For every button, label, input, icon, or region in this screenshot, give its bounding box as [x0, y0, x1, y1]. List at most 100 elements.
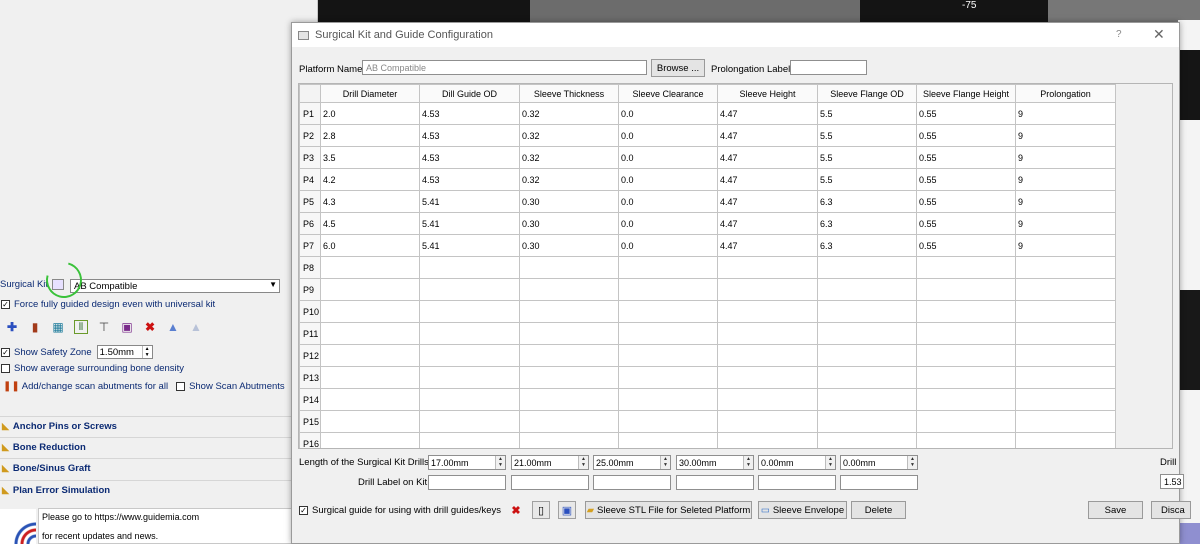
surgical-kit-select[interactable]: AB Compatible ▼	[70, 279, 280, 293]
table-cell[interactable]	[519, 388, 619, 411]
table-cell[interactable]: 9	[1015, 146, 1116, 169]
table-cell[interactable]: 0.32	[519, 124, 619, 147]
surgical-guide-checkbox[interactable]: ✓	[299, 506, 308, 515]
remove-icon[interactable]: ✖	[507, 501, 525, 519]
table-cell[interactable]	[717, 366, 818, 389]
drill-label-input[interactable]	[428, 475, 506, 490]
drill-side-input[interactable]: 1.53	[1160, 474, 1184, 489]
table-cell[interactable]	[817, 432, 917, 448]
table-cell[interactable]: 3.5	[320, 146, 420, 169]
new-document-icon[interactable]: ▯	[532, 501, 550, 519]
row-header[interactable]: P7	[299, 234, 321, 257]
table-cell[interactable]: 0.55	[916, 234, 1016, 257]
table-cell[interactable]	[817, 366, 917, 389]
table-cell[interactable]: 5.5	[817, 102, 917, 125]
table-cell[interactable]	[1015, 300, 1116, 323]
table-cell[interactable]: 5.41	[419, 234, 520, 257]
table-cell[interactable]	[717, 344, 818, 367]
table-cell[interactable]	[618, 432, 718, 448]
table-cell[interactable]	[916, 410, 1016, 433]
table-cell[interactable]	[419, 388, 520, 411]
table-cell[interactable]	[717, 256, 818, 279]
table-cell[interactable]	[618, 388, 718, 411]
table-cell[interactable]: 4.47	[717, 234, 818, 257]
sleeve-envelope-button[interactable]: ▭ Sleeve Envelope	[758, 501, 847, 519]
row-header[interactable]: P2	[299, 124, 321, 147]
table-cell[interactable]: 0.55	[916, 190, 1016, 213]
discard-button[interactable]: Disca	[1151, 501, 1191, 519]
table-cell[interactable]	[618, 410, 718, 433]
table-cell[interactable]	[1015, 388, 1116, 411]
row-header[interactable]: P5	[299, 190, 321, 213]
table-cell[interactable]	[717, 322, 818, 345]
table-cell[interactable]: 0.0	[618, 146, 718, 169]
safety-zone-spinner[interactable]: 1.50mm ▲ ▼	[96, 345, 153, 359]
column-header[interactable]: Sleeve Flange OD	[817, 84, 917, 103]
section-plan-error[interactable]: ◣ Plan Error Simulation	[0, 480, 318, 500]
row-header[interactable]: P12	[299, 344, 321, 367]
table-cell[interactable]	[320, 410, 420, 433]
save-button[interactable]: Save	[1088, 501, 1143, 519]
add-icon[interactable]: ✚	[5, 320, 19, 334]
table-cell[interactable]: 4.5	[320, 212, 420, 235]
row-header[interactable]: P11	[299, 322, 321, 345]
table-cell[interactable]	[717, 410, 818, 433]
table-cell[interactable]	[817, 256, 917, 279]
table-cell[interactable]	[519, 278, 619, 301]
table-cell[interactable]	[519, 432, 619, 448]
density-checkbox[interactable]	[1, 364, 10, 373]
implant-icon[interactable]: ▮	[28, 320, 42, 334]
table-cell[interactable]: 0.0	[618, 190, 718, 213]
drill-length-spinner[interactable]: 25.00mm ▲ ▼	[593, 455, 671, 470]
table-cell[interactable]	[419, 300, 520, 323]
table-cell[interactable]: 6.3	[817, 234, 917, 257]
table-cell[interactable]	[916, 256, 1016, 279]
table-cell[interactable]: 9	[1015, 102, 1116, 125]
palette-icon[interactable]: ▦	[51, 320, 65, 334]
row-header[interactable]: P3	[299, 146, 321, 169]
row-header[interactable]: P4	[299, 168, 321, 191]
table-cell[interactable]: 5.5	[817, 124, 917, 147]
spinner-arrows-icon[interactable]: ▲ ▼	[495, 456, 505, 469]
table-cell[interactable]	[519, 366, 619, 389]
row-header[interactable]: P15	[299, 410, 321, 433]
table-cell[interactable]	[916, 300, 1016, 323]
table-cell[interactable]	[419, 278, 520, 301]
abutment-icon[interactable]: ▣	[120, 320, 134, 334]
table-cell[interactable]: 6.3	[817, 190, 917, 213]
table-cell[interactable]	[618, 344, 718, 367]
table-cell[interactable]: 4.47	[717, 146, 818, 169]
table-cell[interactable]	[419, 410, 520, 433]
column-header[interactable]: Sleeve Clearance	[618, 84, 718, 103]
row-header[interactable]: P1	[299, 102, 321, 125]
table-cell[interactable]: 0.0	[618, 212, 718, 235]
table-cell[interactable]	[419, 366, 520, 389]
table-cell[interactable]	[916, 388, 1016, 411]
table-cell[interactable]	[419, 322, 520, 345]
table-cell[interactable]: 0.55	[916, 124, 1016, 147]
table-cell[interactable]: 9	[1015, 190, 1116, 213]
table-cell[interactable]: 4.47	[717, 102, 818, 125]
table-cell[interactable]	[1015, 366, 1116, 389]
table-cell[interactable]	[817, 410, 917, 433]
dialog-titlebar[interactable]: Surgical Kit and Guide Configuration ? ✕	[292, 23, 1179, 47]
drill-label-input[interactable]	[840, 475, 918, 490]
row-header[interactable]: P16	[299, 432, 321, 448]
table-cell[interactable]: 0.30	[519, 212, 619, 235]
table-cell[interactable]: 4.53	[419, 102, 520, 125]
table-cell[interactable]: 5.5	[817, 146, 917, 169]
spinner-arrows-icon[interactable]: ▲ ▼	[907, 456, 917, 469]
table-cell[interactable]	[419, 344, 520, 367]
table-cell[interactable]: 5.5	[817, 168, 917, 191]
spinner-arrows-icon[interactable]: ▲ ▼	[743, 456, 753, 469]
drill-length-spinner[interactable]: 0.00mm ▲ ▼	[758, 455, 836, 470]
table-cell[interactable]: 0.55	[916, 102, 1016, 125]
table-cell[interactable]	[1015, 344, 1116, 367]
table-cell[interactable]: 4.47	[717, 168, 818, 191]
column-header[interactable]: Prolongation	[1015, 84, 1116, 103]
spinner-arrows-icon[interactable]: ▲ ▼	[141, 346, 152, 358]
table-cell[interactable]: 4.47	[717, 124, 818, 147]
table-cell[interactable]: 4.47	[717, 190, 818, 213]
table-cell[interactable]	[717, 432, 818, 448]
drill-label-input[interactable]	[758, 475, 836, 490]
